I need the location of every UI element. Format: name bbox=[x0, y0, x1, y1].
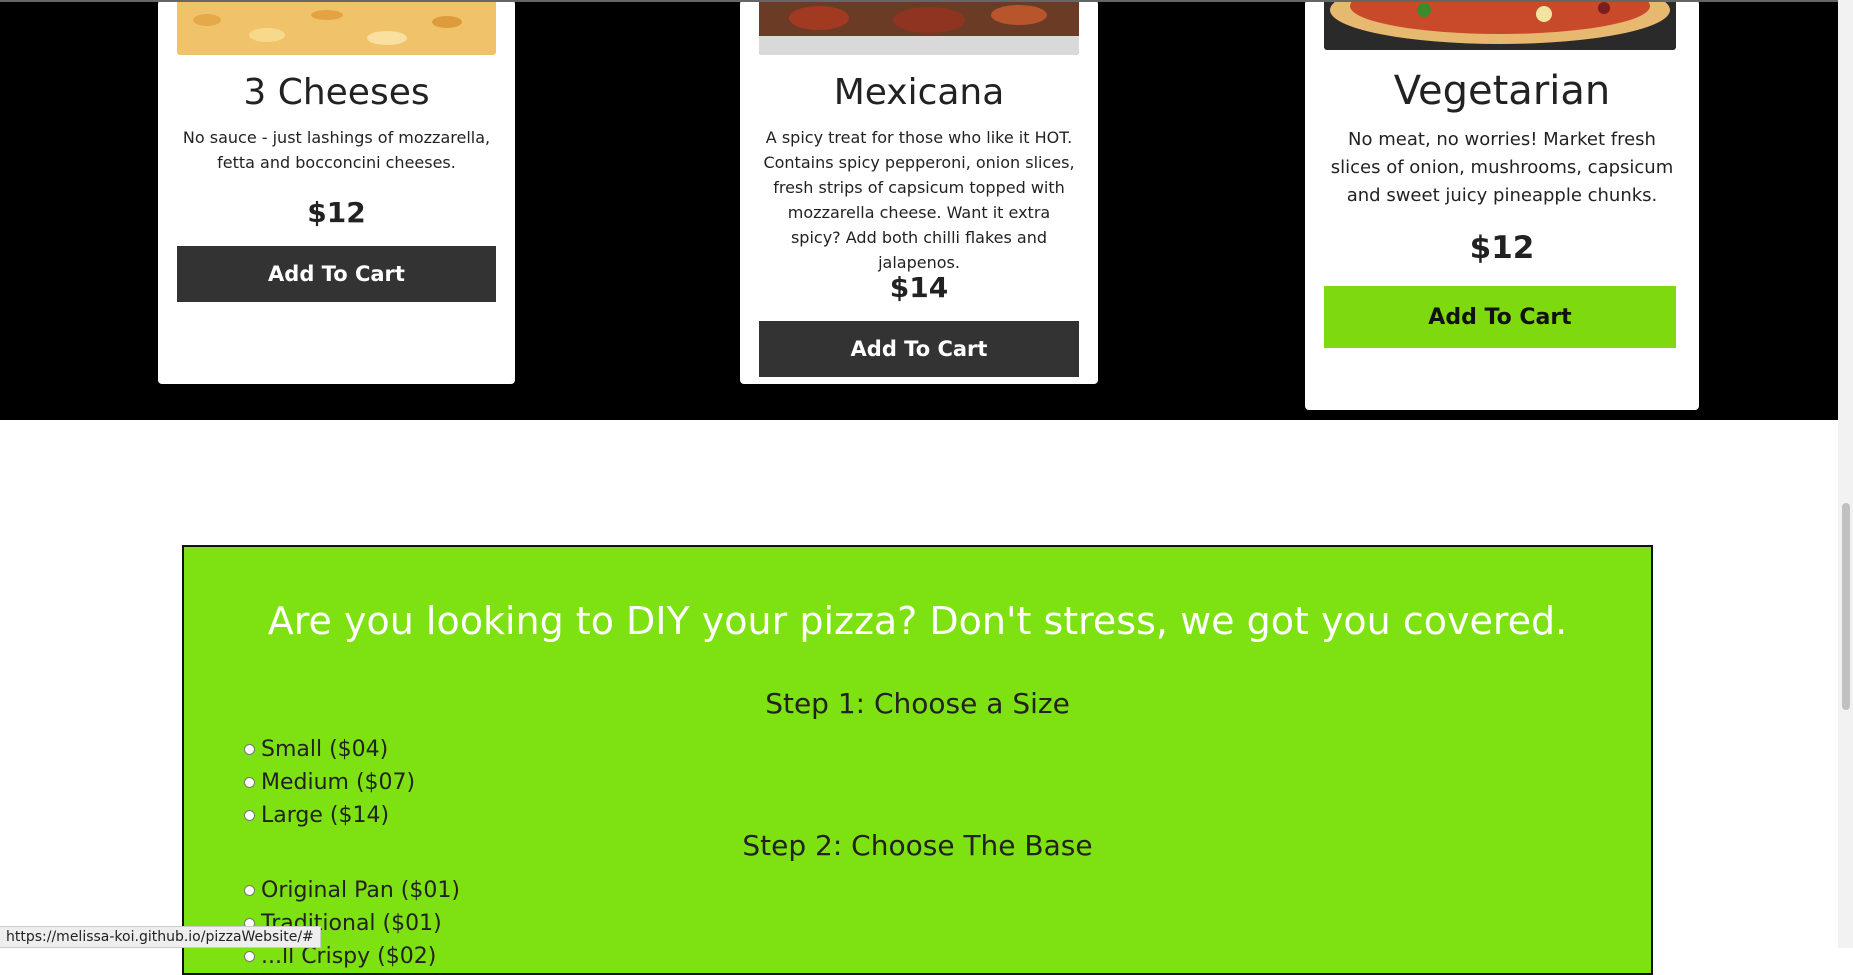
cheese-pizza-image bbox=[177, 0, 496, 55]
card-title: Vegetarian bbox=[1393, 68, 1611, 114]
mexicana-pizza-image bbox=[759, 0, 1079, 55]
page-scrollbar[interactable] bbox=[1838, 0, 1853, 948]
card-price: $14 bbox=[889, 271, 949, 304]
card-price: $12 bbox=[307, 196, 366, 229]
add-to-cart-button[interactable]: Add To Cart bbox=[177, 246, 496, 302]
option-label: Large ($14) bbox=[261, 803, 390, 828]
radio-button[interactable] bbox=[244, 951, 255, 962]
step-1-heading: Step 1: Choose a Size bbox=[765, 687, 1070, 720]
option-label: Medium ($07) bbox=[261, 770, 416, 795]
radio-button[interactable] bbox=[244, 777, 255, 788]
size-option-small[interactable]: Small ($04) bbox=[244, 737, 388, 762]
base-option-original-pan[interactable]: Original Pan ($01) bbox=[244, 878, 460, 903]
menu-section: 3 Cheeses No sauce - just lashings of mo… bbox=[0, 0, 1838, 420]
step-2-heading: Step 2: Choose The Base bbox=[742, 829, 1093, 862]
pizza-card-3-cheeses: 3 Cheeses No sauce - just lashings of mo… bbox=[158, 0, 515, 384]
status-bar-url: https://melissa-koi.github.io/pizzaWebsi… bbox=[0, 926, 321, 948]
card-price: $12 bbox=[1469, 230, 1535, 266]
option-label: Original Pan ($01) bbox=[261, 878, 460, 903]
scrollbar-thumb[interactable] bbox=[1842, 503, 1850, 710]
diy-pizza-form: Are you looking to DIY your pizza? Don't… bbox=[182, 545, 1653, 975]
vegetarian-pizza-image bbox=[1324, 0, 1676, 50]
pizza-card-vegetarian: Vegetarian No meat, no worries! Market f… bbox=[1305, 0, 1699, 410]
radio-button[interactable] bbox=[244, 885, 255, 896]
pizza-card-mexicana: Mexicana A spicy treat for those who lik… bbox=[740, 0, 1098, 384]
add-to-cart-button[interactable]: Add To Cart bbox=[1324, 286, 1676, 348]
card-title: Mexicana bbox=[833, 72, 1005, 113]
card-description: A spicy treat for those who like it HOT.… bbox=[763, 128, 1075, 272]
size-option-medium[interactable]: Medium ($07) bbox=[244, 770, 415, 795]
radio-button[interactable] bbox=[244, 810, 255, 821]
add-to-cart-button[interactable]: Add To Cart bbox=[759, 321, 1079, 377]
option-label: Small ($04) bbox=[261, 737, 389, 762]
size-option-large[interactable]: Large ($14) bbox=[244, 803, 389, 828]
diy-title: Are you looking to DIY your pizza? Don't… bbox=[267, 599, 1568, 643]
card-description: No sauce - just lashings of mozzarella, … bbox=[182, 128, 491, 172]
radio-button[interactable] bbox=[244, 744, 255, 755]
top-border bbox=[0, 0, 1838, 2]
card-title: 3 Cheeses bbox=[243, 72, 430, 113]
card-description: No meat, no worries! Market fresh slices… bbox=[1330, 129, 1674, 206]
